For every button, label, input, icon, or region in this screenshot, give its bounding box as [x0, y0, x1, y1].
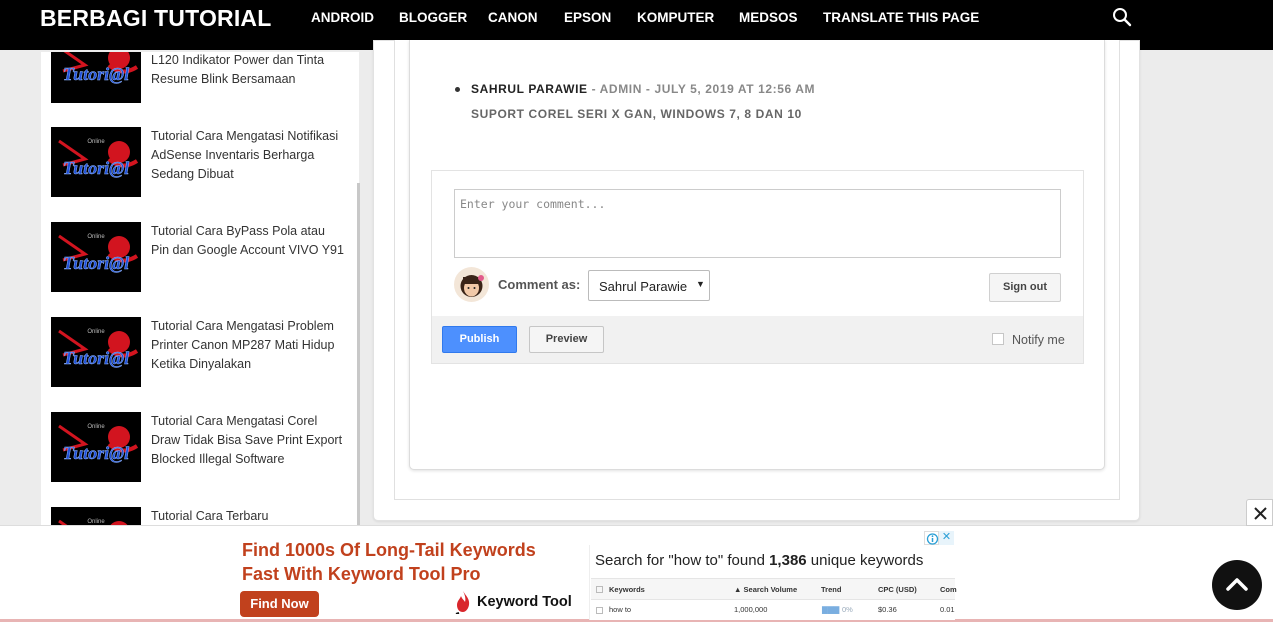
ad-title-count: 1,386 [769, 552, 807, 569]
ad-dismiss-icon[interactable]: ✕ [939, 531, 954, 545]
sidebar-scrollbar[interactable] [357, 183, 360, 525]
reply-header: SAHRUL PARAWIE - ADMIN - JULY 5, 2019 AT… [471, 82, 815, 96]
post-title[interactable]: Tutorial Cara Mengatasi Corel Draw Tidak… [151, 412, 346, 469]
post-thumbnail[interactable]: Online Tutori@l [51, 412, 141, 482]
sidebar-post-item[interactable]: Online Tutori@l Tutorial Cara Mengatasi No… [51, 127, 351, 202]
post-title[interactable]: Tutorial Cara Terbaru [151, 507, 346, 526]
sidebar-post-item[interactable]: Online Tutori@l Tutorial Cara ByPass Pola … [51, 222, 351, 297]
ad-col-trend: Trend [821, 585, 842, 594]
publish-button[interactable]: Publish [442, 326, 517, 353]
ad-row-cpc: $0.36 [878, 605, 897, 614]
nav-item-komputer[interactable]: KOMPUTER [637, 10, 714, 25]
notify-label: Notify me [1012, 333, 1065, 347]
post-title[interactable]: Tutorial Cara Mengatasi Problem Printer … [151, 317, 346, 374]
sign-out-button[interactable]: Sign out [989, 273, 1061, 302]
svg-text:Tutori@l: Tutori@l [63, 253, 129, 273]
reply-meta: - ADMIN - JULY 5, 2019 AT 12:56 AM [587, 82, 816, 96]
ad-row-volume: 1,000,000 [734, 605, 768, 614]
post-title[interactable]: Tutorial Cara Mengatasi Notifikasi AdSen… [151, 127, 346, 184]
reply-author[interactable]: SAHRUL PARAWIE [471, 82, 588, 96]
list-bullet [455, 87, 460, 92]
svg-text:Tutori@l: Tutori@l [63, 348, 129, 368]
nav-item-translate[interactable]: TRANSLATE THIS PAGE [823, 10, 979, 25]
ad-col-com: Com [940, 585, 957, 594]
ad-screenshot-title: Search for "how to" found 1,386 unique k… [595, 552, 923, 569]
post-thumbnail[interactable]: OnlineTutori@l [51, 52, 141, 103]
trend-bars-icon: ▇▇▇ [822, 605, 840, 614]
comment-input[interactable] [454, 189, 1061, 258]
post-title[interactable]: L120 Indikator Power dan Tinta Resume Bl… [151, 52, 346, 89]
post-thumbnail[interactable]: Online Tutori@l [51, 317, 141, 387]
ad-title-prefix: Search for "how to" found [595, 552, 770, 569]
ad-table-checkbox [596, 586, 603, 593]
sidebar-post-item[interactable]: Online Tutori@l Tutorial Cara Mengatasi Co… [51, 412, 351, 487]
reply-text: SUPORT COREL SERI X GAN, WINDOWS 7, 8 DA… [471, 107, 802, 121]
scroll-to-top-button[interactable] [1212, 560, 1262, 610]
ad-row-com: 0.01 [940, 605, 955, 614]
nav-item-canon[interactable]: CANON [488, 10, 538, 25]
ad-table-row: how to 1,000,000 ▇▇▇ 0% $0.36 0.01 [591, 601, 955, 619]
notify-checkbox[interactable] [992, 333, 1004, 345]
svg-text:Online: Online [87, 234, 105, 240]
comment-as-label: Comment as: [498, 277, 581, 292]
sidebar-post-item[interactable]: OnlineTutori@l Tutorial Cara Terbaru [51, 507, 351, 526]
svg-text:Online: Online [87, 424, 105, 430]
ad-row-checkbox [596, 607, 603, 614]
post-thumbnail[interactable]: OnlineTutori@l [51, 507, 141, 526]
post-title[interactable]: Tutorial Cara ByPass Pola atau Pin dan G… [151, 222, 346, 260]
ad-headline[interactable]: Find 1000s Of Long-Tail Keywords Fast Wi… [242, 538, 536, 586]
nav-item-blogger[interactable]: BLOGGER [399, 10, 467, 25]
ad-brand-name: Keyword Tool [477, 594, 572, 610]
ad-title-suffix: unique keywords [806, 552, 924, 569]
user-avatar [454, 267, 489, 302]
nav-item-epson[interactable]: EPSON [564, 10, 611, 25]
close-icon[interactable] [1246, 499, 1273, 526]
identity-select[interactable]: Sahrul Parawie [588, 270, 710, 301]
site-brand[interactable]: BERBAGI TUTORIAL [40, 5, 272, 32]
recent-posts-sidebar: Online Tutori@l L120 Indikator Power dan T… [41, 52, 359, 526]
preview-button[interactable]: Preview [529, 326, 604, 353]
adchoices-icon[interactable] [924, 531, 939, 545]
svg-text:Online: Online [87, 329, 105, 335]
chevron-up-icon [1226, 578, 1248, 591]
svg-text:Tutori@l: Tutori@l [63, 64, 129, 84]
sidebar-post-item[interactable]: Online Tutori@l Tutorial Cara Mengatasi Pr… [51, 317, 351, 392]
ad-headline-line-1: Find 1000s Of Long-Tail Keywords [242, 540, 536, 560]
post-thumbnail[interactable]: Online Tutori@l [51, 127, 141, 197]
ad-headline-line-2: Fast With Keyword Tool Pro [242, 564, 481, 584]
ad-row-keyword: how to [609, 605, 632, 614]
svg-text:Tutori@l: Tutori@l [63, 443, 129, 463]
ad-col-cpc: CPC (USD) [878, 585, 917, 594]
post-thumbnail[interactable]: Online Tutori@l [51, 222, 141, 292]
ad-table-header: Keywords ▲ Search Volume Trend CPC (USD)… [591, 578, 957, 600]
ad-find-now-button[interactable]: Find Now [240, 591, 319, 617]
flame-icon [454, 590, 472, 619]
nav-item-android[interactable]: ANDROID [311, 10, 374, 25]
ad-col-volume: ▲ Search Volume [734, 585, 798, 594]
ad-col-keywords: Keywords [609, 585, 645, 594]
search-icon[interactable] [1112, 7, 1132, 27]
ad-row-trend: 0% [842, 605, 853, 614]
nav-item-medsos[interactable]: MEDSOS [739, 10, 798, 25]
ad-col-volume-label: Search Volume [743, 585, 798, 594]
svg-text:Tutori@l: Tutori@l [63, 158, 129, 178]
svg-text:Online: Online [87, 139, 105, 145]
chevron-down-icon: ▼ [696, 279, 705, 289]
sidebar-post-item[interactable]: OnlineTutori@l L120 Indikator Power dan T… [51, 52, 351, 127]
